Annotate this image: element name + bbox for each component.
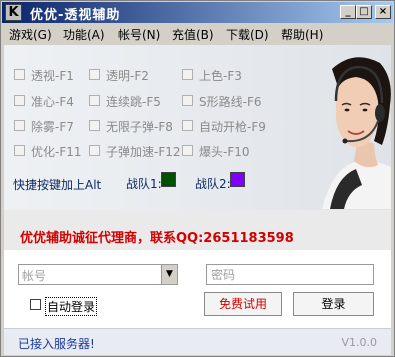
login-button[interactable]: 登录 [293,292,374,316]
eye-left [344,108,350,112]
close-button[interactable]: × [375,5,391,19]
account-placeholder: 帐号 [22,269,47,283]
team2-color-swatch[interactable] [230,172,245,187]
checkbox-box[interactable] [89,69,100,80]
menu-function[interactable]: 功能(A) [63,26,105,43]
checkbox-box[interactable] [89,145,100,156]
headset-earpiece [375,104,385,122]
checkbox-box[interactable] [182,145,193,156]
password-field[interactable] [206,264,374,285]
app-logo-icon: K [5,4,22,21]
version-label: V1.0.0 [341,336,377,349]
checkbox-box[interactable] [182,69,193,80]
menu-download[interactable]: 下载(D) [226,26,269,43]
free-trial-button[interactable]: 免费试用 [204,292,282,316]
feature-label: 爆头-F10 [199,145,250,159]
support-agent-image [322,57,391,209]
face-shape [336,77,379,148]
team1-color-swatch[interactable] [161,172,176,187]
status-bar: 已接入服务器! V1.0.0 [4,328,391,355]
menu-account[interactable]: 帐号(N) [118,26,160,43]
team2-label: 战队2: [195,177,231,191]
title-bar[interactable]: K 优优-透视辅助 _ □ × [2,2,393,23]
client-area: 透视-F1 透明-F2 上色-F3 准心-F4 连续跳-F5 S形路线-F6 除… [4,45,391,355]
checkbox-box[interactable] [14,69,25,80]
menu-game[interactable]: 游戏(G) [9,26,52,43]
feature-label: 上色-F3 [199,69,242,83]
feature-label: S形路线-F6 [199,95,262,109]
window-title: 优优-透视辅助 [30,8,121,23]
feature-label: 除雾-F7 [31,120,74,134]
login-panel: 帐号 ▼ 自动登录 免费试用 登录 已接入服务器! V1.0.0 [4,250,391,355]
checkbox-box[interactable] [182,120,193,131]
checkbox-box[interactable] [14,145,25,156]
feature-label: 子弹加速-F12 [106,145,181,159]
checkbox-box[interactable] [182,95,193,106]
checkbox-box[interactable] [30,299,41,310]
menu-help[interactable]: 帮助(H) [281,26,323,43]
minimize-button[interactable]: _ [340,5,356,19]
checkbox-box[interactable] [89,95,100,106]
hotkey-hint: 快捷按键加上Alt [13,178,102,192]
menu-recharge[interactable]: 充值(B) [172,26,214,43]
feature-label: 无限子弹-F8 [106,120,173,134]
account-combobox[interactable]: 帐号 ▼ [18,264,178,285]
maximize-button[interactable]: □ [356,5,372,19]
feature-panel: 透视-F1 透明-F2 上色-F3 准心-F4 连续跳-F5 S形路线-F6 除… [4,45,391,210]
auto-login-label: 自动登录 [45,297,98,316]
feature-label: 透明-F2 [106,69,149,83]
main-window: K 优优-透视辅助 _ □ × 游戏(G) 功能(A) 帐号(N) 充值(B) … [0,0,395,357]
feature-label: 优化-F11 [31,145,82,159]
eye-right [362,108,368,112]
promo-text: 优优辅助诚征代理商，联系QQ:2651183598 [20,231,294,246]
team1-label: 战队1: [126,177,162,191]
feature-label: 自动开枪-F9 [199,120,266,134]
checkbox-box[interactable] [14,120,25,131]
connection-status: 已接入服务器! [18,337,95,351]
chevron-down-icon[interactable]: ▼ [161,265,177,284]
menu-bar: 游戏(G) 功能(A) 帐号(N) 充值(B) 下载(D) 帮助(H) [2,23,393,43]
mic-tip [342,138,348,144]
feature-label: 透视-F1 [31,69,74,83]
feature-label: 准心-F4 [31,95,74,109]
feature-label: 连续跳-F5 [106,95,161,109]
checkbox-box[interactable] [89,120,100,131]
checkbox-box[interactable] [14,95,25,106]
